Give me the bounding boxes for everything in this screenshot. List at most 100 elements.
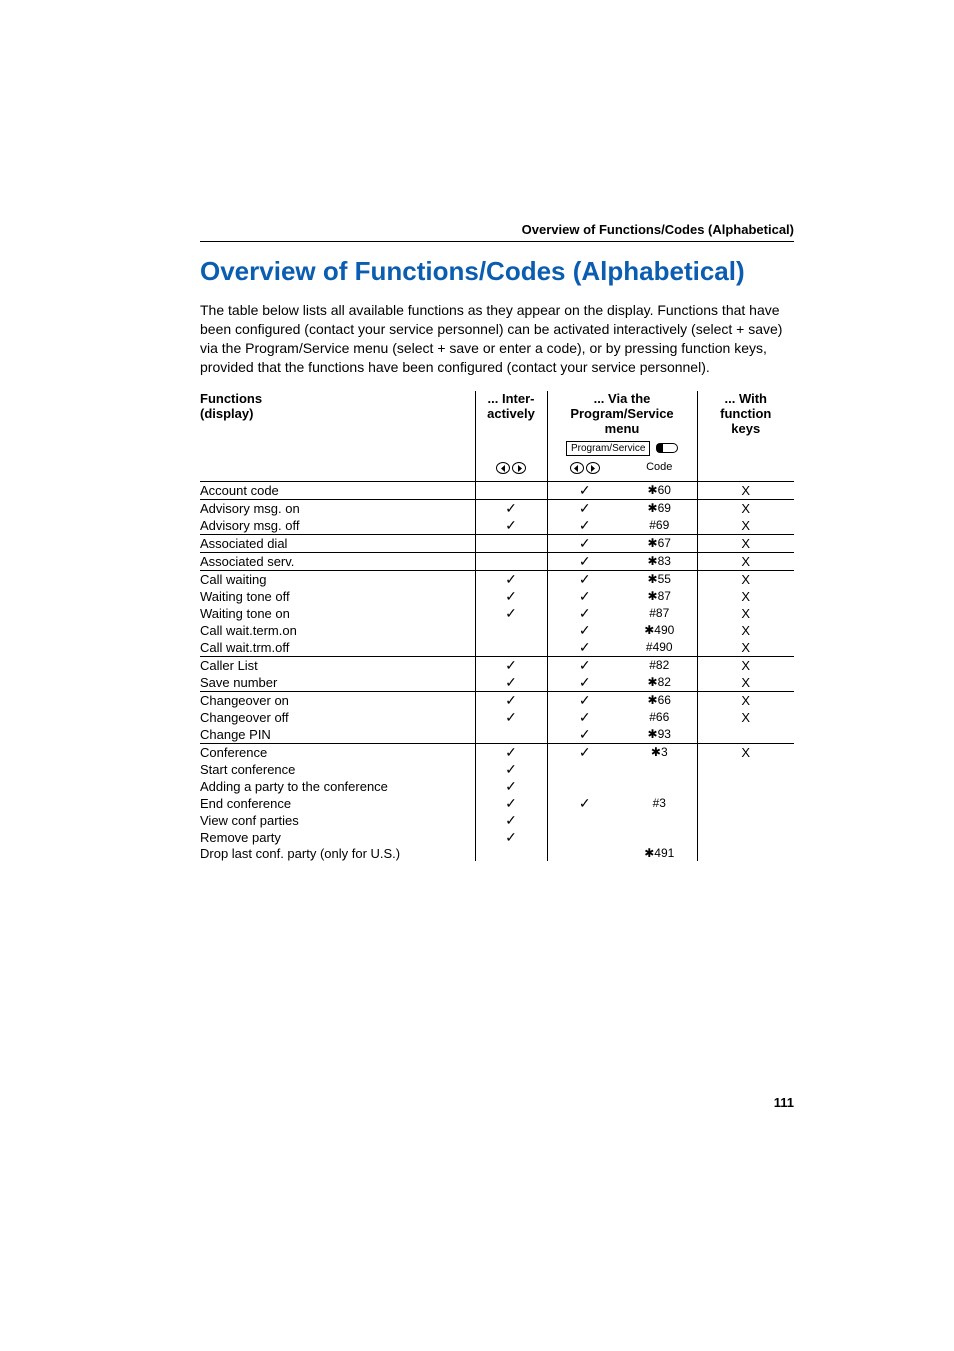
fn-name: Account code	[200, 481, 475, 499]
check-icon: ✓	[579, 605, 591, 621]
fn-name: Call wait.trm.off	[200, 639, 475, 657]
fn-name: Waiting tone off	[200, 588, 475, 605]
fn-with-keys: X	[697, 605, 794, 622]
fn-interactively: ✓	[475, 588, 547, 605]
check-icon: ✓	[505, 605, 517, 621]
fn-with-keys: X	[697, 691, 794, 709]
fn-interactively	[475, 726, 547, 744]
table-row: Adding a party to the conference✓	[200, 778, 794, 795]
fn-interactively	[475, 552, 547, 570]
fn-interactively: ✓	[475, 499, 547, 517]
check-icon: ✓	[579, 674, 591, 690]
nav-left-icon	[496, 462, 510, 474]
check-icon: ✓	[579, 553, 591, 569]
fn-name: Drop last conf. party (only for U.S.)	[200, 846, 475, 861]
check-icon: ✓	[579, 588, 591, 604]
check-icon: ✓	[579, 726, 591, 742]
fn-interactively: ✓	[475, 709, 547, 726]
fn-with-keys: X	[697, 656, 794, 674]
fn-interactively: ✓	[475, 605, 547, 622]
fn-code	[622, 812, 697, 829]
check-icon: ✓	[579, 500, 591, 516]
fn-with-keys: X	[697, 709, 794, 726]
fn-with-keys	[697, 846, 794, 861]
table-row: Advisory msg. on✓✓✱69X	[200, 499, 794, 517]
table-row: Call wait.trm.off✓#490X	[200, 639, 794, 657]
fn-with-keys	[697, 829, 794, 846]
fn-with-keys: X	[697, 517, 794, 535]
header-inter-l2: actively	[487, 406, 535, 421]
header-functions: Functions (display)	[200, 391, 475, 456]
fn-with-keys: X	[697, 588, 794, 605]
sub-header-row: Code	[200, 456, 794, 482]
fn-name: Advisory msg. on	[200, 499, 475, 517]
table-row: Associated dial✓✱67X	[200, 534, 794, 552]
fn-with-keys: X	[697, 743, 794, 761]
header-via: ... Via the Program/Service menu Program…	[547, 391, 697, 456]
nav-keys-icon	[496, 462, 526, 474]
fn-via-nav: ✓	[547, 726, 622, 744]
fn-code: ✱491	[622, 846, 697, 861]
fn-code: ✱67	[622, 534, 697, 552]
check-icon: ✓	[505, 812, 517, 828]
lamp-icon	[656, 443, 678, 453]
check-icon: ✓	[505, 761, 517, 777]
fn-with-keys: X	[697, 534, 794, 552]
header-with-l3: keys	[731, 421, 760, 436]
header-via-label: ... Via the Program/Service menu	[548, 391, 697, 436]
fn-code: #82	[622, 656, 697, 674]
table-row: Change PIN✓✱93	[200, 726, 794, 744]
subhdr-code: Code	[622, 456, 697, 482]
page-title: Overview of Functions/Codes (Alphabetica…	[200, 256, 794, 287]
fn-via-nav: ✓	[547, 709, 622, 726]
fn-via-nav: ✓	[547, 499, 622, 517]
fn-code: ✱55	[622, 570, 697, 588]
check-icon: ✓	[579, 482, 591, 498]
table-row: Remove party✓	[200, 829, 794, 846]
fn-name: Advisory msg. off	[200, 517, 475, 535]
fn-via-nav: ✓	[547, 656, 622, 674]
fn-via-nav: ✓	[547, 622, 622, 639]
fn-with-keys: X	[697, 570, 794, 588]
check-icon: ✓	[579, 639, 591, 655]
table-row: Call waiting✓✓✱55X	[200, 570, 794, 588]
fn-with-keys: X	[697, 552, 794, 570]
check-icon: ✓	[505, 744, 517, 760]
check-icon: ✓	[579, 657, 591, 673]
fn-code: #3	[622, 795, 697, 812]
fn-with-keys: X	[697, 674, 794, 692]
fn-name: Associated serv.	[200, 552, 475, 570]
fn-interactively: ✓	[475, 778, 547, 795]
fn-interactively: ✓	[475, 761, 547, 778]
header-with-l1: ... With	[725, 391, 768, 406]
header-with-keys: ... With function keys	[697, 391, 794, 456]
fn-with-keys	[697, 778, 794, 795]
fn-name: View conf parties	[200, 812, 475, 829]
fn-with-keys: X	[697, 639, 794, 657]
fn-via-nav: ✓	[547, 481, 622, 499]
fn-via-nav: ✓	[547, 674, 622, 692]
check-icon: ✓	[579, 571, 591, 587]
fn-via-nav	[547, 761, 622, 778]
page-content: Overview of Functions/Codes (Alphabetica…	[0, 0, 954, 861]
fn-code: ✱82	[622, 674, 697, 692]
fn-name: Changeover off	[200, 709, 475, 726]
table-row: Changeover off✓✓#66X	[200, 709, 794, 726]
fn-code: #66	[622, 709, 697, 726]
fn-code: #69	[622, 517, 697, 535]
fn-via-nav	[547, 829, 622, 846]
check-icon: ✓	[505, 778, 517, 794]
fn-with-keys	[697, 812, 794, 829]
fn-name: Call waiting	[200, 570, 475, 588]
fn-interactively	[475, 481, 547, 499]
header-with-l2: function	[720, 406, 771, 421]
nav-right-icon	[512, 462, 526, 474]
check-icon: ✓	[579, 535, 591, 551]
nav-keys-icon	[570, 462, 600, 474]
table-row: Save number✓✓✱82X	[200, 674, 794, 692]
fn-name: Remove party	[200, 829, 475, 846]
fn-via-nav: ✓	[547, 743, 622, 761]
fn-via-nav	[547, 778, 622, 795]
fn-code: ✱490	[622, 622, 697, 639]
fn-interactively: ✓	[475, 829, 547, 846]
